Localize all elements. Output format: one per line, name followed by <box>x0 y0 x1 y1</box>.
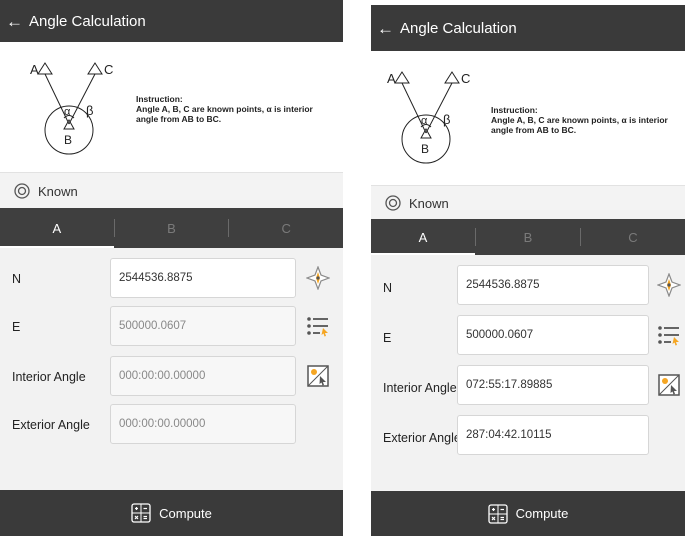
n-label: N <box>383 281 393 295</box>
tab-a-label: A <box>52 220 62 236</box>
instruction-title: Instruction: <box>136 94 183 104</box>
app-bar: ← Angle Calculation <box>371 5 685 51</box>
instruction-line1: Angle A, B, C are known points, α is int… <box>136 104 313 114</box>
instruction-text: Instruction: Angle A, B, C are known poi… <box>136 94 336 124</box>
tab-c[interactable]: C <box>581 219 685 255</box>
angle-diagram: A C α β B <box>30 62 113 155</box>
right-screen: ← Angle Calculation A C α β B Instructio… <box>371 5 685 536</box>
compute-button[interactable]: Compute <box>371 491 685 536</box>
instruction-text: Instruction: Angle A, B, C are known poi… <box>491 105 683 135</box>
diagram-label-b: B <box>64 133 72 147</box>
exterior-angle-input[interactable]: 000:00:00.00000 <box>110 404 296 444</box>
point-b-triangle <box>63 118 75 130</box>
diagram-label-beta: β <box>86 103 93 118</box>
diagram-label-alpha: α <box>64 106 71 118</box>
tab-a[interactable]: A <box>0 208 114 248</box>
e-label: E <box>383 331 392 345</box>
target-icon <box>385 195 401 211</box>
tab-c-label: C <box>281 220 291 236</box>
app-bar: ← Angle Calculation <box>0 0 343 42</box>
point-tabs: A B C <box>371 219 685 255</box>
instruction-line2: angle from AB to BC. <box>136 114 222 124</box>
exterior-angle-label: Exterior Angle <box>12 418 90 432</box>
app-title: Angle Calculation <box>29 12 146 30</box>
point-tabs: A B C <box>0 208 343 248</box>
instruction-panel: A C α β B Instruction: Angle A, B, C are… <box>371 51 685 185</box>
known-section-header: Known <box>0 172 343 209</box>
compute-label: Compute <box>159 505 212 521</box>
map-pick-icon[interactable] <box>304 362 332 390</box>
diagram-label-c: C <box>461 71 470 86</box>
diagram-label-c: C <box>104 62 113 77</box>
tab-b-label: B <box>167 220 176 236</box>
compute-button[interactable]: Compute <box>0 490 343 536</box>
instruction-panel: A C α β B Instruction: Angle A, B, C are… <box>0 42 343 172</box>
diagram-label-a: A <box>30 62 39 77</box>
instruction-line1: Angle A, B, C are known points, α is int… <box>491 115 668 125</box>
coordinate-form: N 2544536.8875 E 500000.0607 Interior An… <box>0 248 343 490</box>
point-b-triangle <box>420 127 432 139</box>
interior-angle-input[interactable]: 072:55:17.89885 <box>457 365 649 405</box>
instruction-title: Instruction: <box>491 105 538 115</box>
exterior-angle-input[interactable]: 287:04:42.10115 <box>457 415 649 455</box>
known-label: Known <box>409 195 449 211</box>
tab-c-label: C <box>628 229 638 245</box>
e-label: E <box>12 320 21 334</box>
back-arrow-icon[interactable]: ← <box>377 20 394 37</box>
diagram-label-alpha: α <box>421 115 428 127</box>
n-label: N <box>12 272 22 286</box>
diagram-label-beta: β <box>443 112 450 127</box>
tab-b-label: B <box>523 229 533 245</box>
point-list-icon[interactable] <box>304 312 332 340</box>
n-input[interactable]: 2544536.8875 <box>457 265 649 305</box>
interior-angle-label: Interior Angle <box>12 370 86 384</box>
known-section-header: Known <box>371 185 685 220</box>
exterior-angle-label: Exterior Angle <box>383 431 461 445</box>
app-title: Angle Calculation <box>400 19 517 37</box>
e-input[interactable]: 500000.0607 <box>110 306 296 346</box>
tab-b[interactable]: B <box>476 219 580 255</box>
n-input[interactable]: 2544536.8875 <box>110 258 296 298</box>
interior-angle-input[interactable]: 000:00:00.00000 <box>110 356 296 396</box>
calculator-icon <box>487 503 508 524</box>
compass-icon[interactable] <box>304 264 332 292</box>
point-c-triangle <box>444 71 460 84</box>
compass-icon[interactable] <box>655 271 683 299</box>
instruction-line2: angle from AB to BC. <box>491 125 577 135</box>
target-icon <box>14 183 30 199</box>
point-a-triangle <box>37 62 53 75</box>
tab-c[interactable]: C <box>229 208 343 248</box>
tab-a-label: A <box>418 229 428 245</box>
diagram-label-b: B <box>421 142 429 156</box>
point-list-icon[interactable] <box>655 321 683 349</box>
known-label: Known <box>38 183 78 199</box>
tab-b[interactable]: B <box>115 208 229 248</box>
back-arrow-icon[interactable]: ← <box>6 13 23 30</box>
calculator-icon <box>131 503 151 523</box>
compute-label: Compute <box>515 506 569 521</box>
e-input[interactable]: 500000.0607 <box>457 315 649 355</box>
point-a-triangle <box>394 71 410 84</box>
point-c-triangle <box>87 62 103 75</box>
tab-a[interactable]: A <box>371 219 475 255</box>
diagram-label-a: A <box>387 71 396 86</box>
left-screen: ← Angle Calculation A C α β B Instructio… <box>0 0 343 536</box>
interior-angle-label: Interior Angle <box>383 381 457 395</box>
map-pick-icon[interactable] <box>655 371 683 399</box>
coordinate-form: N 2544536.8875 E 500000.0607 Interior An… <box>371 255 685 491</box>
angle-diagram: A C α β B <box>387 71 470 164</box>
